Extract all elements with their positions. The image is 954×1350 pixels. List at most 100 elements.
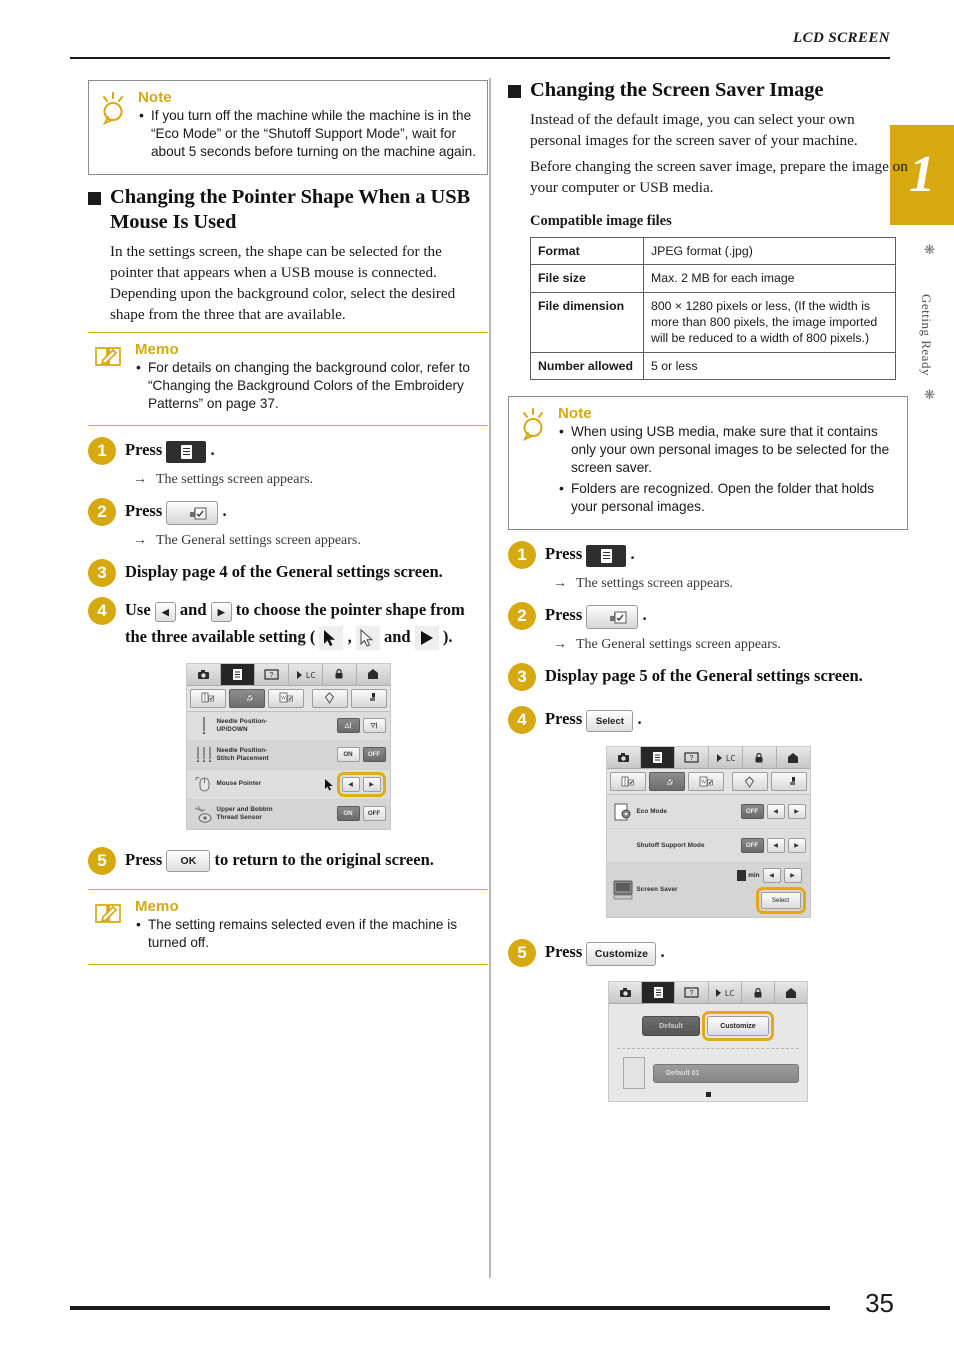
tab-lock-icon[interactable] (742, 747, 777, 769)
step4-t6: ). (442, 627, 453, 647)
image-thumbnail[interactable] (623, 1057, 645, 1090)
customize-key-button[interactable]: Customize (586, 941, 657, 966)
shutoff-prev-button[interactable]: ◀ (766, 838, 785, 854)
tab-sewing-icon[interactable] (186, 663, 221, 685)
step-number: 4 (508, 706, 536, 735)
step4-t4: , (347, 627, 352, 647)
tab-home-icon[interactable] (776, 747, 810, 769)
mouse-pointer-prev-button[interactable]: ◀ (341, 776, 360, 792)
stitch-placement-off[interactable]: OFF (362, 747, 386, 763)
left-arrow-key-icon[interactable]: ◀ (154, 601, 176, 622)
note-box-top: Note If you turn off the machine while t… (88, 80, 488, 176)
subtab-machine-icon[interactable] (228, 688, 265, 708)
right-arrow-key-icon[interactable]: ▶ (210, 601, 232, 622)
screen-saver-item-label[interactable]: Default 01 (653, 1063, 799, 1083)
step-1-result: → The settings screen appears. (508, 576, 908, 592)
select-key-button[interactable]: Select (586, 709, 634, 732)
shutoff-next-button[interactable]: ▶ (787, 838, 806, 854)
step-text: Press Customize . (545, 938, 665, 966)
eco-mode-next-button[interactable]: ▶ (787, 804, 806, 820)
tab-help-icon[interactable]: ? (674, 747, 709, 769)
screen-saver-timer-control[interactable]: min ◀ ▶ (737, 865, 805, 884)
memo-box-bottom: Memo The setting remains selected even i… (88, 888, 488, 965)
tab-guide-icon[interactable]: LO (708, 982, 742, 1004)
screen-saver-minutes-prev[interactable]: ◀ (762, 868, 781, 884)
tab-help-icon[interactable]: ? (675, 982, 709, 1004)
lcd-row-control[interactable]: △| ▽| (336, 718, 386, 734)
tab-guide-icon[interactable]: LO (288, 663, 323, 685)
arrow-icon: → (553, 637, 567, 653)
eco-mode-prev-button[interactable]: ◀ (766, 804, 785, 820)
note-item: When using USB media, make sure that it … (558, 422, 897, 477)
table-key: File dimension (530, 291, 644, 353)
tab-help-icon[interactable]: ? (254, 663, 289, 685)
subtab-embroidery-icon[interactable]: W (267, 688, 304, 708)
lcd-row-control[interactable]: ON OFF (336, 747, 386, 763)
step-number: 2 (88, 498, 116, 527)
step4-t2: and (179, 600, 207, 620)
stitch-placement-on[interactable]: ON (336, 747, 360, 763)
tab-sewing-icon[interactable] (606, 747, 641, 769)
subtab-machine-icon[interactable] (648, 772, 685, 792)
tab-settings-icon[interactable] (220, 663, 255, 685)
page-header: LCD SCREEN (70, 30, 890, 64)
default-button[interactable]: Default (642, 1016, 700, 1037)
lcd-row-control[interactable]: OFF ◀ ▶ (740, 804, 806, 820)
step-1: 1 Press . (508, 540, 908, 570)
ok-key-button[interactable]: OK (166, 850, 211, 872)
general-settings-key-icon[interactable] (166, 500, 219, 525)
step-text-after: . (642, 605, 647, 625)
subtab-bobbin-icon[interactable] (189, 688, 226, 708)
thread-sensor-on[interactable]: ON (336, 806, 360, 822)
note-bulb-icon (97, 89, 131, 164)
general-settings-key-icon[interactable] (586, 604, 639, 629)
step-text: Press . (545, 540, 635, 568)
tab-settings-icon[interactable] (642, 982, 676, 1004)
step-text: Display page 5 of the General settings s… (545, 666, 863, 686)
subtab-pages-icon[interactable] (731, 772, 768, 792)
mouse-pointer-next-button[interactable]: ▶ (362, 776, 381, 792)
subtab-bobbin-icon[interactable] (609, 772, 646, 792)
tab-lock-icon[interactable] (322, 663, 357, 685)
screen-saver-select-button[interactable]: Select (760, 892, 801, 910)
lcd-row-control[interactable]: ON OFF (336, 806, 386, 822)
lcd-row-shutoff-support-mode: Shutoff Support Mode OFF ◀ ▶ (606, 829, 810, 864)
needle-up-option[interactable]: △| (336, 718, 360, 734)
step-text: Press . (125, 436, 215, 464)
table-row: File dimension 800 × 1280 pixels or less… (530, 291, 896, 353)
settings-page-key-icon[interactable] (586, 544, 627, 567)
step-text-before: Press (125, 501, 163, 521)
subtab-pages-icon[interactable] (311, 688, 348, 708)
subtab-embroidery-icon[interactable]: W (687, 772, 724, 792)
lcd-row-needle-position-updown: Needle Position- UP/DOWN △| ▽| (186, 711, 390, 741)
section-paragraph: In the settings screen, the shape can be… (110, 243, 456, 324)
tab-guide-icon[interactable]: LO (708, 747, 743, 769)
thread-sensor-off[interactable]: OFF (362, 806, 386, 822)
step-number: 3 (508, 663, 536, 692)
section-paragraph-2: Before changing the screen saver image, … (530, 157, 908, 196)
step-number: 3 (88, 559, 116, 588)
tab-lock-icon[interactable] (741, 982, 775, 1004)
lcd-row-label: Needle Position- Stitch Placement (216, 746, 269, 762)
subtab-save-icon[interactable] (350, 688, 387, 708)
screen-saver-minutes-next[interactable]: ▶ (783, 868, 802, 884)
note-item: Folders are recognized. Open the folder … (558, 479, 897, 516)
ornament-icon-bottom: ❋ (924, 387, 935, 402)
step-number: 1 (88, 437, 116, 466)
step-text-after: . (660, 942, 665, 962)
right-column: Changing the Screen Saver Image Instead … (508, 78, 908, 1103)
settings-page-key-icon[interactable] (166, 440, 207, 463)
shutoff-support-value: OFF (740, 838, 764, 854)
lcd-customize-body: Default Customize Default 01 (609, 1004, 807, 1098)
subtab-save-icon[interactable] (770, 772, 807, 792)
tab-settings-icon[interactable] (640, 747, 675, 769)
step4-t5: and (383, 627, 411, 647)
tab-sewing-icon[interactable] (609, 982, 643, 1004)
step-text-after: . (210, 440, 215, 460)
tab-home-icon[interactable] (356, 663, 390, 685)
customize-button[interactable]: Customize (707, 1016, 769, 1037)
needle-icon (191, 716, 217, 736)
needle-down-option[interactable]: ▽| (362, 718, 386, 734)
lcd-row-control[interactable]: OFF ◀ ▶ (740, 838, 806, 854)
tab-home-icon[interactable] (774, 982, 808, 1004)
